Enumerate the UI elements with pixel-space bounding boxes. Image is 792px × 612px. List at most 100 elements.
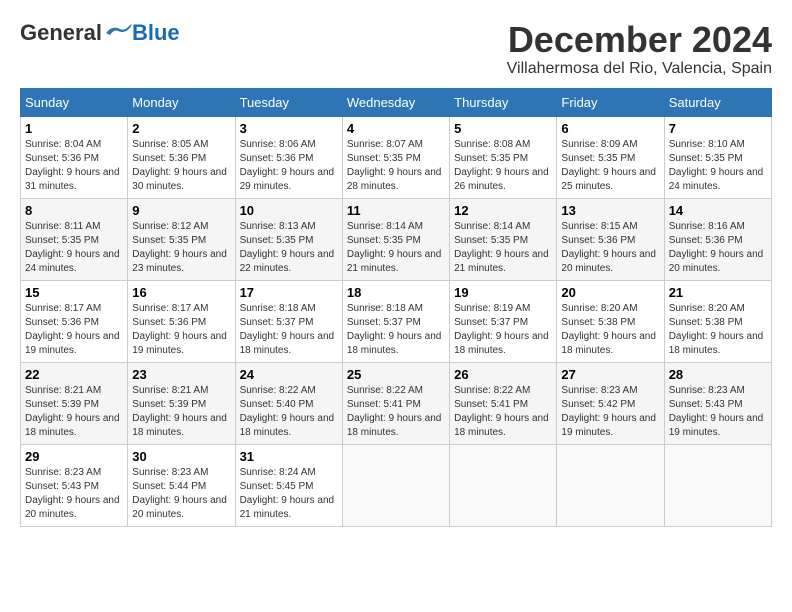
- calendar-cell: 22 Sunrise: 8:21 AMSunset: 5:39 PMDayligh…: [21, 362, 128, 444]
- day-info: Sunrise: 8:09 AMSunset: 5:35 PMDaylight:…: [561, 138, 659, 194]
- week-row-3: 15 Sunrise: 8:17 AMSunset: 5:36 PMDayligh…: [21, 280, 772, 362]
- day-info: Sunrise: 8:10 AMSunset: 5:35 PMDaylight:…: [669, 138, 767, 194]
- week-row-1: 1 Sunrise: 8:04 AMSunset: 5:36 PMDaylight…: [21, 116, 772, 198]
- calendar-cell: 9Sunrise: 8:12 AMSunset: 5:35 PMDaylight…: [128, 198, 235, 280]
- calendar-cell: [664, 444, 771, 526]
- day-number: 17: [240, 285, 338, 300]
- day-number: 4: [347, 121, 445, 136]
- day-number: 15: [25, 285, 123, 300]
- day-number: 25: [347, 367, 445, 382]
- calendar-cell: 4Sunrise: 8:07 AMSunset: 5:35 PMDaylight…: [342, 116, 449, 198]
- location-title: Villahermosa del Rio, Valencia, Spain: [507, 60, 772, 78]
- calendar-cell: 23Sunrise: 8:21 AMSunset: 5:39 PMDayligh…: [128, 362, 235, 444]
- calendar-cell: [342, 444, 449, 526]
- day-info: Sunrise: 8:17 AMSunset: 5:36 PMDaylight:…: [25, 302, 123, 358]
- calendar-cell: 17 Sunrise: 8:18 AMSunset: 5:37 PMDayligh…: [235, 280, 342, 362]
- calendar-cell: 19 Sunrise: 8:19 AMSunset: 5:37 PMDayligh…: [450, 280, 557, 362]
- header: General Blue December 2024 Villahermosa …: [20, 20, 772, 78]
- weekday-header-row: SundayMondayTuesdayWednesdayThursdayFrid…: [21, 88, 772, 116]
- calendar-cell: 26Sunrise: 8:22 AMSunset: 5:41 PMDayligh…: [450, 362, 557, 444]
- weekday-header-monday: Monday: [128, 88, 235, 116]
- day-info: Sunrise: 8:15 AMSunset: 5:36 PMDaylight:…: [561, 220, 659, 276]
- day-number: 19: [454, 285, 552, 300]
- weekday-header-tuesday: Tuesday: [235, 88, 342, 116]
- calendar-cell: 21 Sunrise: 8:20 AMSunset: 5:38 PMDayligh…: [664, 280, 771, 362]
- day-info: Sunrise: 8:22 AMSunset: 5:41 PMDaylight:…: [347, 384, 445, 440]
- day-info: Sunrise: 8:19 AMSunset: 5:37 PMDaylight:…: [454, 302, 552, 358]
- week-row-4: 22 Sunrise: 8:21 AMSunset: 5:39 PMDayligh…: [21, 362, 772, 444]
- day-number: 6: [561, 121, 659, 136]
- calendar-cell: 6 Sunrise: 8:09 AMSunset: 5:35 PMDaylight…: [557, 116, 664, 198]
- day-number: 13: [561, 203, 659, 218]
- day-number: 1: [25, 121, 123, 136]
- calendar-cell: 3Sunrise: 8:06 AMSunset: 5:36 PMDaylight…: [235, 116, 342, 198]
- day-info: Sunrise: 8:18 AMSunset: 5:37 PMDaylight:…: [240, 302, 338, 358]
- calendar-cell: 27 Sunrise: 8:23 AMSunset: 5:42 PMDayligh…: [557, 362, 664, 444]
- calendar-cell: 29Sunrise: 8:23 AMSunset: 5:43 PMDayligh…: [21, 444, 128, 526]
- day-number: 8: [25, 203, 123, 218]
- day-number: 2: [132, 121, 230, 136]
- weekday-header-friday: Friday: [557, 88, 664, 116]
- day-number: 20: [561, 285, 659, 300]
- day-info: Sunrise: 8:16 AMSunset: 5:36 PMDaylight:…: [669, 220, 767, 276]
- day-number: 22: [25, 367, 123, 382]
- logo-bird-icon: [104, 23, 132, 43]
- day-info: Sunrise: 8:23 AMSunset: 5:42 PMDaylight:…: [561, 384, 659, 440]
- calendar-cell: 28Sunrise: 8:23 AMSunset: 5:43 PMDayligh…: [664, 362, 771, 444]
- weekday-header-sunday: Sunday: [21, 88, 128, 116]
- day-info: Sunrise: 8:11 AMSunset: 5:35 PMDaylight:…: [25, 220, 123, 276]
- calendar-cell: 2 Sunrise: 8:05 AMSunset: 5:36 PMDaylight…: [128, 116, 235, 198]
- day-info: Sunrise: 8:17 AMSunset: 5:36 PMDaylight:…: [132, 302, 230, 358]
- day-number: 27: [561, 367, 659, 382]
- day-number: 16: [132, 285, 230, 300]
- day-info: Sunrise: 8:22 AMSunset: 5:40 PMDaylight:…: [240, 384, 338, 440]
- day-number: 30: [132, 449, 230, 464]
- weekday-header-saturday: Saturday: [664, 88, 771, 116]
- weekday-header-wednesday: Wednesday: [342, 88, 449, 116]
- day-info: Sunrise: 8:21 AMSunset: 5:39 PMDaylight:…: [25, 384, 123, 440]
- day-info: Sunrise: 8:18 AMSunset: 5:37 PMDaylight:…: [347, 302, 445, 358]
- calendar-cell: 5 Sunrise: 8:08 AMSunset: 5:35 PMDaylight…: [450, 116, 557, 198]
- week-row-5: 29Sunrise: 8:23 AMSunset: 5:43 PMDayligh…: [21, 444, 772, 526]
- calendar-cell: 15 Sunrise: 8:17 AMSunset: 5:36 PMDayligh…: [21, 280, 128, 362]
- day-info: Sunrise: 8:08 AMSunset: 5:35 PMDaylight:…: [454, 138, 552, 194]
- calendar-cell: 1 Sunrise: 8:04 AMSunset: 5:36 PMDaylight…: [21, 116, 128, 198]
- calendar-cell: 13 Sunrise: 8:15 AMSunset: 5:36 PMDayligh…: [557, 198, 664, 280]
- day-number: 26: [454, 367, 552, 382]
- day-info: Sunrise: 8:14 AMSunset: 5:35 PMDaylight:…: [347, 220, 445, 276]
- day-info: Sunrise: 8:13 AMSunset: 5:35 PMDaylight:…: [240, 220, 338, 276]
- calendar-cell: 30 Sunrise: 8:23 AMSunset: 5:44 PMDayligh…: [128, 444, 235, 526]
- day-number: 24: [240, 367, 338, 382]
- day-info: Sunrise: 8:23 AMSunset: 5:43 PMDaylight:…: [25, 466, 123, 522]
- day-info: Sunrise: 8:05 AMSunset: 5:36 PMDaylight:…: [132, 138, 230, 194]
- day-number: 14: [669, 203, 767, 218]
- calendar-cell: 16 Sunrise: 8:17 AMSunset: 5:36 PMDayligh…: [128, 280, 235, 362]
- day-info: Sunrise: 8:23 AMSunset: 5:44 PMDaylight:…: [132, 466, 230, 522]
- logo-general-text: General: [20, 20, 102, 46]
- day-number: 11: [347, 203, 445, 218]
- day-info: Sunrise: 8:06 AMSunset: 5:36 PMDaylight:…: [240, 138, 338, 194]
- calendar-cell: [450, 444, 557, 526]
- day-info: Sunrise: 8:21 AMSunset: 5:39 PMDaylight:…: [132, 384, 230, 440]
- calendar-table: SundayMondayTuesdayWednesdayThursdayFrid…: [20, 88, 772, 527]
- title-section: December 2024 Villahermosa del Rio, Vale…: [507, 20, 772, 78]
- calendar-cell: 14 Sunrise: 8:16 AMSunset: 5:36 PMDayligh…: [664, 198, 771, 280]
- calendar-cell: 20 Sunrise: 8:20 AMSunset: 5:38 PMDayligh…: [557, 280, 664, 362]
- day-number: 21: [669, 285, 767, 300]
- calendar-cell: 24 Sunrise: 8:22 AMSunset: 5:40 PMDayligh…: [235, 362, 342, 444]
- calendar-cell: 18 Sunrise: 8:18 AMSunset: 5:37 PMDayligh…: [342, 280, 449, 362]
- calendar-cell: 25 Sunrise: 8:22 AMSunset: 5:41 PMDayligh…: [342, 362, 449, 444]
- day-number: 28: [669, 367, 767, 382]
- day-info: Sunrise: 8:04 AMSunset: 5:36 PMDaylight:…: [25, 138, 123, 194]
- day-number: 18: [347, 285, 445, 300]
- day-number: 5: [454, 121, 552, 136]
- day-info: Sunrise: 8:20 AMSunset: 5:38 PMDaylight:…: [561, 302, 659, 358]
- calendar-cell: 7Sunrise: 8:10 AMSunset: 5:35 PMDaylight…: [664, 116, 771, 198]
- week-row-2: 8 Sunrise: 8:11 AMSunset: 5:35 PMDaylight…: [21, 198, 772, 280]
- day-number: 31: [240, 449, 338, 464]
- logo: General Blue: [20, 20, 180, 46]
- day-info: Sunrise: 8:14 AMSunset: 5:35 PMDaylight:…: [454, 220, 552, 276]
- calendar-cell: 31Sunrise: 8:24 AMSunset: 5:45 PMDayligh…: [235, 444, 342, 526]
- day-info: Sunrise: 8:12 AMSunset: 5:35 PMDaylight:…: [132, 220, 230, 276]
- day-info: Sunrise: 8:20 AMSunset: 5:38 PMDaylight:…: [669, 302, 767, 358]
